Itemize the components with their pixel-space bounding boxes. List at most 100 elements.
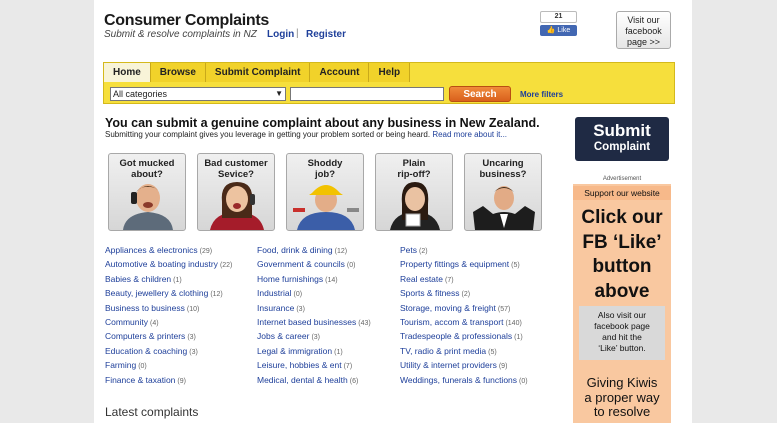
- category-name: Tourism, accom & transport: [400, 316, 504, 327]
- chevron-down-icon: ▼: [275, 89, 283, 98]
- category-link[interactable]: Food, drink & dining (12): [257, 245, 371, 259]
- category-count: (1): [173, 276, 182, 284]
- category-link[interactable]: Home furnishings (14): [257, 274, 371, 288]
- category-link[interactable]: Weddings, funerals & functions (0): [400, 375, 528, 389]
- category-count: (1): [334, 348, 343, 356]
- tab-account[interactable]: Account: [310, 63, 370, 82]
- ad-giving-line-2: a proper way: [584, 389, 660, 405]
- category-link[interactable]: Sports & fitness (2): [400, 288, 528, 302]
- category-count: (14): [325, 276, 338, 284]
- visit-facebook-button[interactable]: Visit our facebook page >>: [616, 11, 671, 49]
- submit-line-2: Complaint: [593, 141, 651, 153]
- ad-support-text: Support our website: [573, 186, 671, 200]
- nav-tabs: Home Browse Submit Complaint Account Hel…: [104, 63, 411, 82]
- category-count: (12): [210, 291, 223, 299]
- complaint-type-cards: Got mucked about? Bad customer Sevice? S…: [108, 153, 548, 231]
- facebook-like-widget[interactable]: 21 👍 Like: [540, 11, 577, 37]
- tab-home[interactable]: Home: [104, 63, 151, 82]
- category-column-3: Pets (2) Property fittings & equipment (5) R…: [400, 245, 528, 389]
- category-link[interactable]: Tourism, accom & transport (140): [400, 317, 528, 331]
- ad-also-line-4: ‘Like’ button.: [598, 343, 646, 353]
- category-select[interactable]: All categories ▼: [110, 87, 286, 101]
- category-link[interactable]: Leisure, hobbies & ent (7): [257, 360, 371, 374]
- main-nav-bar: Home Browse Submit Complaint Account Hel…: [103, 62, 675, 104]
- ad-headline-line-2: FB ‘Like’: [582, 231, 662, 253]
- category-link[interactable]: Government & councils (0): [257, 259, 371, 273]
- tab-help[interactable]: Help: [369, 63, 411, 82]
- category-link[interactable]: Real estate (7): [400, 274, 528, 288]
- man-on-phone-illustration: [123, 184, 173, 230]
- login-link[interactable]: Login: [267, 29, 294, 40]
- category-name: Food, drink & dining: [257, 245, 333, 255]
- site-title[interactable]: Consumer Complaints: [104, 12, 269, 30]
- category-column-2: Food, drink & dining (12) Government & cou…: [257, 245, 371, 389]
- category-link[interactable]: Storage, moving & freight (57): [400, 303, 528, 317]
- card-label: Plain rip-off?: [376, 158, 452, 180]
- search-button[interactable]: Search: [449, 86, 511, 102]
- category-count: (0): [346, 262, 356, 270]
- category-link[interactable]: Babies & children (1): [105, 274, 232, 288]
- category-link[interactable]: Automotive & boating industry (22): [105, 259, 232, 273]
- card-plain-rip-off[interactable]: Plain rip-off?: [375, 153, 453, 231]
- category-link[interactable]: Computers & printers (3): [105, 331, 232, 345]
- category-link[interactable]: Pets (2): [400, 245, 528, 259]
- card-label: Got mucked about?: [109, 158, 185, 180]
- ad-giving-text: Giving Kiwis a proper way to resolve: [573, 375, 671, 420]
- card-label-line-1: Shoddy: [307, 158, 343, 169]
- category-name: Business to business: [105, 302, 185, 313]
- card-label: Bad customer Sevice?: [198, 158, 274, 180]
- category-link[interactable]: Business to business (10): [105, 303, 232, 317]
- category-link[interactable]: Medical, dental & health (6): [257, 375, 371, 389]
- category-link[interactable]: Appliances & electronics (29): [105, 245, 232, 259]
- category-link[interactable]: Insurance (3): [257, 303, 371, 317]
- ad-also-line-2: facebook page: [594, 321, 650, 331]
- facebook-like-ad[interactable]: Support our website Click our FB ‘Like’ …: [573, 184, 671, 423]
- category-count: (2): [461, 291, 471, 299]
- read-more-link[interactable]: Read more about it...: [432, 130, 507, 139]
- category-link[interactable]: Education & coaching (3): [105, 346, 232, 360]
- category-link[interactable]: Utility & internet providers (9): [400, 360, 528, 374]
- visit-line-3: page >>: [626, 37, 661, 47]
- category-link[interactable]: Farming (0): [105, 360, 232, 374]
- card-mucked-about[interactable]: Got mucked about?: [108, 153, 186, 231]
- category-link[interactable]: Finance & taxation (9): [105, 375, 232, 389]
- category-link[interactable]: Beauty, jewellery & clothing (12): [105, 288, 232, 302]
- category-link[interactable]: Industrial (0): [257, 288, 371, 302]
- category-name: Industrial: [257, 288, 292, 299]
- category-count: (29): [199, 248, 213, 255]
- card-bad-customer-service[interactable]: Bad customer Sevice?: [197, 153, 275, 231]
- category-link[interactable]: Jobs & career (3): [257, 331, 371, 345]
- submit-complaint-button[interactable]: Submit Complaint: [575, 117, 669, 161]
- thumbs-up-icon: 👍: [546, 27, 556, 34]
- category-link[interactable]: TV, radio & print media (5): [400, 346, 528, 360]
- category-select-value: All categories: [113, 89, 168, 99]
- ad-headline-line-4: above: [594, 280, 650, 302]
- category-link[interactable]: Tradespeople & professionals (1): [400, 331, 528, 345]
- visit-line-2: facebook: [625, 26, 662, 36]
- category-link[interactable]: Legal & immigration (1): [257, 346, 371, 360]
- category-count: (5): [488, 348, 497, 356]
- category-count: (0): [519, 377, 528, 385]
- search-input[interactable]: [290, 87, 444, 101]
- category-link[interactable]: Property fittings & equipment (5): [400, 259, 528, 273]
- category-count: (12): [334, 248, 348, 255]
- category-count: (0): [138, 363, 147, 371]
- category-count: (3): [311, 334, 321, 342]
- category-name: Weddings, funerals & functions: [400, 374, 518, 385]
- register-link[interactable]: Register: [306, 29, 346, 40]
- card-label-line-1: Bad customer: [204, 158, 268, 169]
- woman-on-phone-illustration: [210, 182, 264, 230]
- category-link[interactable]: Internet based businesses (43): [257, 317, 371, 331]
- category-count: (43): [358, 319, 371, 327]
- more-filters-link[interactable]: More filters: [520, 90, 563, 99]
- tab-browse[interactable]: Browse: [150, 63, 206, 82]
- intro-subtext: Submitting your complaint gives you leve…: [105, 130, 507, 139]
- category-link[interactable]: Community (4): [105, 317, 232, 331]
- facebook-like-button[interactable]: 👍 Like: [540, 25, 577, 36]
- card-uncaring-business[interactable]: Uncaring business?: [464, 153, 542, 231]
- category-name: Home furnishings: [257, 273, 324, 284]
- ad-giving-line-3: to resolve: [593, 404, 651, 419]
- tab-submit-complaint[interactable]: Submit Complaint: [205, 63, 311, 82]
- card-shoddy-job[interactable]: Shoddy job?: [286, 153, 364, 231]
- ad-also-visit-box: Also visit our facebook page and hit the…: [579, 306, 665, 360]
